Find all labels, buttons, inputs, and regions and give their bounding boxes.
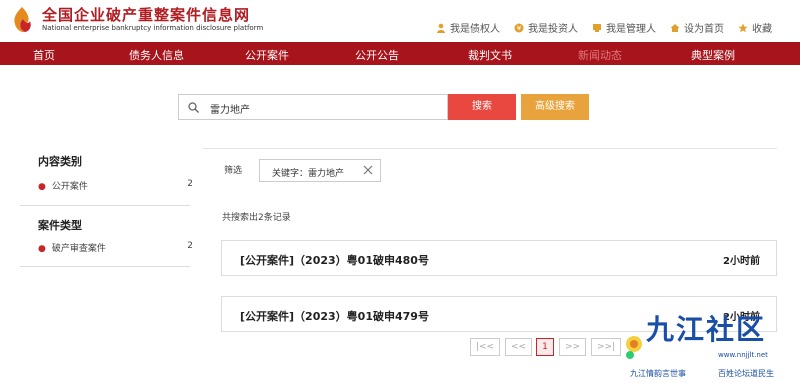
nav-item-home[interactable]: 首页 (33, 47, 55, 63)
pager-last-button[interactable]: >>| (591, 338, 621, 356)
bullet-icon: ● (38, 182, 46, 192)
search-button[interactable]: 搜索 (448, 94, 516, 120)
top-link-creditor[interactable]: 我是债权人 (436, 20, 500, 35)
watermark: 九江社区 www.nnjjlt.net 九江情韵言世事 百姓论坛道民生 (622, 300, 800, 379)
top-link-label: 我是债权人 (450, 24, 500, 35)
bullet-icon: ● (38, 244, 46, 254)
search-icon (188, 102, 199, 113)
sidebar-item-label: 破产审查案件 (51, 244, 106, 254)
person-icon (437, 23, 445, 33)
watermark-url: www.nnjjlt.net (718, 351, 768, 359)
logo-icon (14, 7, 31, 33)
nav-item-news[interactable]: 新闻动态 (578, 47, 622, 63)
manager-icon (593, 23, 601, 32)
result-item[interactable]: [公开案件]（2023）粤01破申480号 2小时前 (221, 240, 777, 276)
sidebar-section-title: 内容类别 (38, 155, 82, 168)
filter-label: 筛选 (224, 166, 243, 176)
pager-first-button[interactable]: |<< (470, 338, 500, 356)
result-title[interactable]: [公开案件]（2023）粤01破申479号 (240, 308, 429, 324)
site-subtitle: National enterprise bankruptcy informati… (42, 24, 264, 32)
main-nav: 首页 债务人信息 公开案件 公开公告 裁判文书 新闻动态 典型案例 (0, 42, 800, 65)
advanced-search-button[interactable]: 高级搜索 (521, 94, 589, 120)
nav-item-judgments[interactable]: 裁判文书 (468, 47, 512, 63)
sidebar-divider (20, 205, 190, 206)
sidebar-divider (20, 266, 190, 267)
top-link-manager[interactable]: 我是管理人 (592, 20, 656, 35)
nav-item-typical-cases[interactable]: 典型案例 (691, 47, 735, 63)
top-links: 我是债权人 ¥ 我是投资人 我是管理人 设为首页 收藏 (422, 20, 772, 35)
pager-next-button[interactable]: >> (559, 338, 586, 356)
nav-item-debtor-info[interactable]: 债务人信息 (129, 47, 184, 63)
svg-text:¥: ¥ (517, 24, 522, 32)
filter-divider (203, 148, 777, 149)
home-icon (670, 23, 680, 32)
sidebar-item-label: 公开案件 (51, 182, 88, 192)
coin-icon: ¥ (514, 23, 524, 32)
watermark-slogan-right: 百姓论坛道民生 (718, 369, 774, 378)
nav-item-public-cases[interactable]: 公开案件 (245, 47, 289, 63)
search-input[interactable]: 雷力地产 (178, 94, 448, 120)
sidebar-item-count: 2 (187, 241, 193, 251)
close-icon[interactable] (362, 164, 374, 176)
top-link-favorite[interactable]: 收藏 (738, 20, 772, 35)
sidebar-section-title: 案件类型 (38, 219, 82, 232)
watermark-brand: 九江社区 (646, 313, 767, 346)
top-link-label: 我是投资人 (528, 24, 578, 35)
result-time: 2小时前 (723, 256, 760, 267)
pager-prev-button[interactable]: << (505, 338, 532, 356)
sidebar-item-count: 2 (187, 179, 193, 189)
watermark-slogan-left: 九江情韵言世事 (630, 369, 686, 378)
nav-item-public-notices[interactable]: 公开公告 (355, 47, 399, 63)
sidebar-item-bankruptcy-review[interactable]: ● 破产审查案件 2 (38, 241, 193, 254)
filter-tag: 关键字：雷力地产 (259, 159, 381, 182)
search-value: 雷力地产 (210, 105, 250, 116)
top-link-label: 我是管理人 (606, 24, 656, 35)
top-link-investor[interactable]: ¥ 我是投资人 (514, 20, 578, 35)
top-link-label: 收藏 (752, 24, 772, 35)
top-link-set-home[interactable]: 设为首页 (670, 20, 724, 35)
site-header: 全国企业破产重整案件信息网 National enterprise bankru… (0, 0, 800, 42)
pager-current-page[interactable]: 1 (536, 338, 554, 356)
site-title[interactable]: 全国企业破产重整案件信息网 (42, 4, 250, 25)
star-icon (738, 23, 748, 32)
top-link-label: 设为首页 (684, 24, 724, 35)
filter-tag-label: 关键字：雷力地产 (272, 169, 345, 179)
result-count: 共搜索出2条记录 (222, 213, 291, 223)
sidebar-item-public-cases[interactable]: ● 公开案件 2 (38, 179, 193, 192)
result-title[interactable]: [公开案件]（2023）粤01破申480号 (240, 252, 429, 268)
